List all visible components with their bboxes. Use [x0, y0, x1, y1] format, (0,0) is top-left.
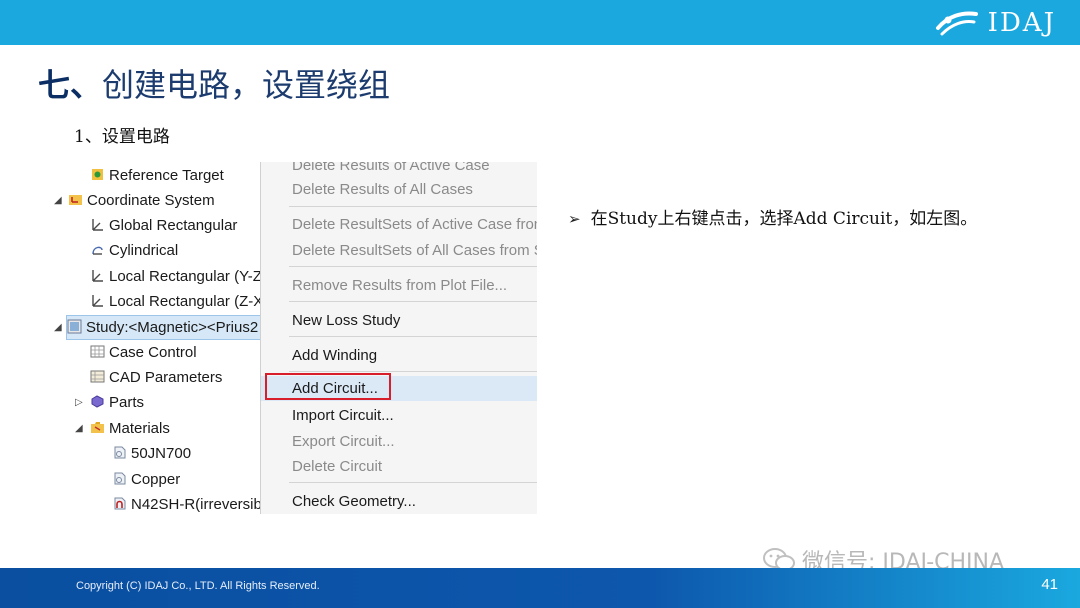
menu-item-delete-resultsets-all-cases[interactable]: Delete ResultSets of All Cases from Stu [261, 238, 537, 263]
table-icon [90, 370, 105, 383]
menu-separator [289, 371, 537, 372]
tree-item-material-copper[interactable]: Copper [112, 468, 180, 491]
study-icon [67, 319, 82, 334]
axis-icon [92, 270, 103, 282]
collapse-arrow-icon[interactable]: ◢ [54, 195, 62, 206]
menu-item-delete-circuit[interactable]: Delete Circuit [261, 454, 537, 479]
tree-item-study[interactable]: Study:<Magnetic><Prius2 [66, 315, 268, 340]
menu-item-delete-results-active-case[interactable]: Delete Results of Active Case [261, 162, 537, 178]
magnet-material-icon [114, 497, 126, 510]
tree-item-case-control[interactable]: Case Control [90, 341, 197, 364]
tree-item-material-50jn700[interactable]: 50JN700 [112, 442, 191, 465]
instruction-note: ➢ 在Study上右键点击，选择Add Circuit，如左图。 [568, 204, 977, 229]
collapse-arrow-icon[interactable]: ◢ [75, 423, 83, 434]
idaj-logo-icon [935, 11, 978, 36]
menu-item-new-loss-study[interactable]: New Loss Study [261, 308, 537, 333]
tree-item-local-rectangular-yz[interactable]: Local Rectangular (Y-Z- [90, 265, 267, 288]
copyright-text: Copyright (C) IDAJ Co., LTD. All Rights … [76, 580, 320, 592]
tree-item-material-n42sh[interactable]: N42SH-R(irreversib [112, 493, 262, 514]
instruction-text: 在Study上右键点击，选择Add Circuit，如左图。 [590, 209, 978, 229]
menu-item-delete-resultsets-active-case[interactable]: Delete ResultSets of Active Case from [261, 212, 537, 237]
menu-item-export-circuit[interactable]: Export Circuit... [261, 429, 537, 454]
bullet-arrow-icon: ➢ [568, 210, 581, 228]
menu-separator [289, 266, 537, 267]
material-icon [114, 472, 126, 485]
tree-item-materials[interactable]: Materials [90, 417, 170, 440]
menu-item-remove-results-plot-file[interactable]: Remove Results from Plot File... [261, 273, 537, 298]
menu-separator [289, 206, 537, 207]
tree-item-reference-target[interactable]: Reference Target [90, 164, 224, 187]
page-title: 七、创建电路，设置绕组 [38, 60, 390, 106]
folder-icon [91, 422, 104, 433]
menu-item-check-geometry[interactable]: Check Geometry... [261, 489, 537, 514]
tree-item-local-rectangular-zx[interactable]: Local Rectangular (Z-X- [90, 290, 268, 313]
menu-item-import-circuit[interactable]: Import Circuit... [261, 403, 537, 428]
software-screenshot: Reference Target ◢ Coordinate System Glo… [50, 162, 537, 514]
highlight-box-add-circuit [265, 373, 391, 400]
cylindrical-axis-icon [92, 246, 103, 255]
footer-bar: Copyright (C) IDAJ Co., LTD. All Rights … [0, 568, 1080, 608]
header-bar: IDAJ [0, 0, 1080, 45]
project-tree: Reference Target ◢ Coordinate System Glo… [50, 162, 268, 514]
menu-item-add-winding[interactable]: Add Winding [261, 343, 537, 368]
coordinate-system-icon [69, 195, 82, 205]
section-subtitle: 1、设置电路 [74, 127, 170, 147]
target-icon [92, 169, 103, 180]
table-icon [90, 345, 105, 358]
idaj-logo: IDAJ [934, 6, 1056, 40]
menu-item-delete-results-all-cases[interactable]: Delete Results of All Cases [261, 177, 537, 202]
material-icon [114, 446, 126, 459]
page-number: 41 [1041, 576, 1058, 593]
tree-item-cylindrical[interactable]: Cylindrical [90, 239, 178, 262]
tree-item-cad-parameters[interactable]: CAD Parameters [90, 366, 222, 389]
axis-icon [92, 219, 103, 231]
menu-separator [289, 336, 537, 337]
menu-separator [289, 301, 537, 302]
logo-text: IDAJ [987, 8, 1056, 38]
tree-item-global-rectangular[interactable]: Global Rectangular [90, 214, 237, 237]
context-menu: Delete Results of Active Case Delete Res… [260, 162, 537, 514]
title-text: 创建电路，设置绕组 [102, 66, 391, 104]
axis-icon [92, 295, 103, 307]
parts-icon [91, 395, 104, 408]
title-number: 七、 [38, 66, 103, 104]
menu-separator [289, 482, 537, 483]
tree-item-coordinate-system[interactable]: Coordinate System [68, 189, 215, 212]
expand-arrow-icon[interactable]: ▷ [75, 397, 83, 408]
collapse-arrow-icon[interactable]: ◢ [54, 322, 62, 333]
tree-item-parts[interactable]: Parts [90, 391, 144, 414]
